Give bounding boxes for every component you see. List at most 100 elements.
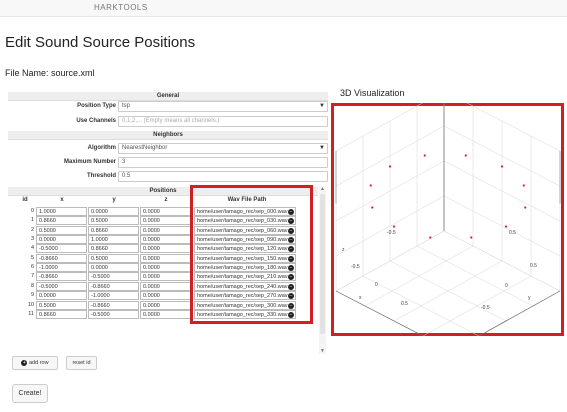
x-input[interactable]: 0.0000 xyxy=(36,291,87,301)
axis-line xyxy=(478,290,561,336)
col-header-z: z xyxy=(164,197,168,203)
grid-line xyxy=(422,275,532,336)
position-type-value: tsp xyxy=(122,103,131,109)
add-row-button[interactable]: + add row xyxy=(12,356,58,370)
algorithm-value: NearestNeighbor xyxy=(122,145,168,151)
scroll-down-icon[interactable]: ▼ xyxy=(319,348,326,354)
scroll-up-icon[interactable]: ▲ xyxy=(319,186,326,192)
z-input[interactable]: 0.0000 xyxy=(140,281,191,291)
y-input[interactable]: -0.8660 xyxy=(88,300,139,310)
page-title: Edit Sound Source Positions xyxy=(5,34,196,51)
source-point xyxy=(388,165,392,168)
row-id: 2 xyxy=(30,226,34,233)
tick-label: -0.5 xyxy=(481,305,490,311)
z-input[interactable]: 0.0000 xyxy=(140,263,191,273)
x-input[interactable]: -0.5000 xyxy=(36,244,87,254)
z-input[interactable]: 0.0000 xyxy=(140,244,191,254)
source-point xyxy=(369,184,372,187)
source-point xyxy=(371,206,374,209)
chevron-down-icon: ▼ xyxy=(319,103,325,109)
y-input[interactable]: 0.5000 xyxy=(88,216,139,226)
source-point xyxy=(423,154,426,157)
row-id: 10 xyxy=(27,301,34,308)
row-id: 4 xyxy=(30,245,34,252)
y-input[interactable]: -0.8660 xyxy=(88,281,139,291)
grid-line xyxy=(335,290,424,336)
x-input[interactable]: -0.8660 xyxy=(36,272,87,282)
z-input[interactable]: 0.0000 xyxy=(140,272,191,282)
tick-label: -0.5 xyxy=(387,230,396,236)
z-input[interactable]: 0.0000 xyxy=(140,225,191,235)
x-input[interactable]: -1.0000 xyxy=(36,263,87,273)
app-brand[interactable]: HARKTOOLS xyxy=(94,3,148,12)
threshold-label: Threshold xyxy=(86,173,116,179)
row-id: 9 xyxy=(30,292,34,299)
use-channels-label: Use Channels xyxy=(76,118,116,124)
source-point xyxy=(429,236,432,239)
y-input[interactable]: 0.0000 xyxy=(88,263,139,273)
z-input[interactable]: 0.0000 xyxy=(140,207,191,216)
reset-id-button[interactable]: reset id xyxy=(66,356,97,370)
source-point xyxy=(524,206,527,209)
threshold-input[interactable]: 0.5 xyxy=(118,171,328,182)
source-point xyxy=(470,236,473,239)
z-input[interactable]: 0.0000 xyxy=(140,235,191,245)
chevron-down-icon: ▼ xyxy=(319,145,325,151)
source-point xyxy=(392,225,396,228)
y-input[interactable]: -0.5000 xyxy=(88,272,139,282)
x-input[interactable]: 0.0000 xyxy=(36,235,87,245)
y-input[interactable]: 0.5000 xyxy=(88,253,139,263)
row-id: 3 xyxy=(30,236,34,243)
source-point xyxy=(522,184,525,187)
visualization-title: 3D Visualization xyxy=(340,88,405,98)
y-input[interactable]: 1.0000 xyxy=(88,235,139,245)
x-input[interactable]: -0.5000 xyxy=(36,281,87,291)
section-neighbors-header: Neighbors xyxy=(8,131,328,140)
x-input[interactable]: -0.8660 xyxy=(36,253,87,263)
row-id: 1 xyxy=(30,217,34,224)
col-header-x: x xyxy=(60,197,64,203)
file-name: File Name: source.xml xyxy=(5,68,95,78)
z-input[interactable]: 0.0000 xyxy=(140,300,191,310)
y-input[interactable]: 0.8660 xyxy=(88,225,139,235)
row-id: 6 xyxy=(30,264,34,271)
create-button[interactable]: Create! xyxy=(12,384,48,403)
x-input[interactable]: 0.5000 xyxy=(36,225,87,235)
x-input[interactable]: 0.5000 xyxy=(36,300,87,310)
y-input[interactable]: 0.0000 xyxy=(88,207,139,216)
use-channels-input[interactable]: 0,1,2,... (Empty means all channels.) xyxy=(118,116,328,127)
tick-label: 0.5 xyxy=(530,263,537,269)
3d-plot[interactable]: -0.5 0 0.5 0.5 0 -0.5 0.5 -0.5 x y z xyxy=(331,103,564,336)
col-header-id: id xyxy=(22,197,28,203)
z-input[interactable]: 0.0000 xyxy=(140,291,191,301)
row-id: 8 xyxy=(30,282,34,289)
grid-line xyxy=(393,260,503,322)
y-input[interactable]: 0.8660 xyxy=(88,244,139,254)
z-input[interactable]: 0.0000 xyxy=(140,309,191,319)
algorithm-select[interactable]: NearestNeighbor ▼ xyxy=(118,143,328,154)
section-general-header: General xyxy=(8,92,328,101)
add-row-label: add row xyxy=(28,360,49,366)
x-input[interactable]: 0.8660 xyxy=(36,309,87,319)
tick-label: -0.5 xyxy=(351,264,360,270)
position-type-select[interactable]: tsp ▼ xyxy=(118,101,328,112)
navbar: HARKTOOLS xyxy=(0,0,567,17)
y-input[interactable]: -1.0000 xyxy=(88,291,139,301)
plus-circle-icon: + xyxy=(21,359,28,366)
tick-label: 0 xyxy=(375,282,378,288)
table-scrollbar[interactable]: ▲ ▼ xyxy=(319,186,326,354)
tick-label: 0 xyxy=(505,283,508,289)
source-point xyxy=(464,154,467,157)
y-input[interactable]: -0.5000 xyxy=(88,309,139,319)
row-id: 0 xyxy=(30,208,34,214)
z-input[interactable]: 0.0000 xyxy=(140,216,191,226)
max-number-input[interactable]: 3 xyxy=(118,157,328,168)
row-id: 5 xyxy=(30,254,34,261)
grid-line xyxy=(478,290,561,336)
z-input[interactable]: 0.0000 xyxy=(140,253,191,263)
scroll-thumb[interactable] xyxy=(320,194,325,334)
algorithm-label: Algorithm xyxy=(87,145,116,151)
tick-label: 0.5 xyxy=(509,230,516,236)
x-input[interactable]: 1.0000 xyxy=(36,207,87,216)
x-input[interactable]: 0.8660 xyxy=(36,216,87,226)
